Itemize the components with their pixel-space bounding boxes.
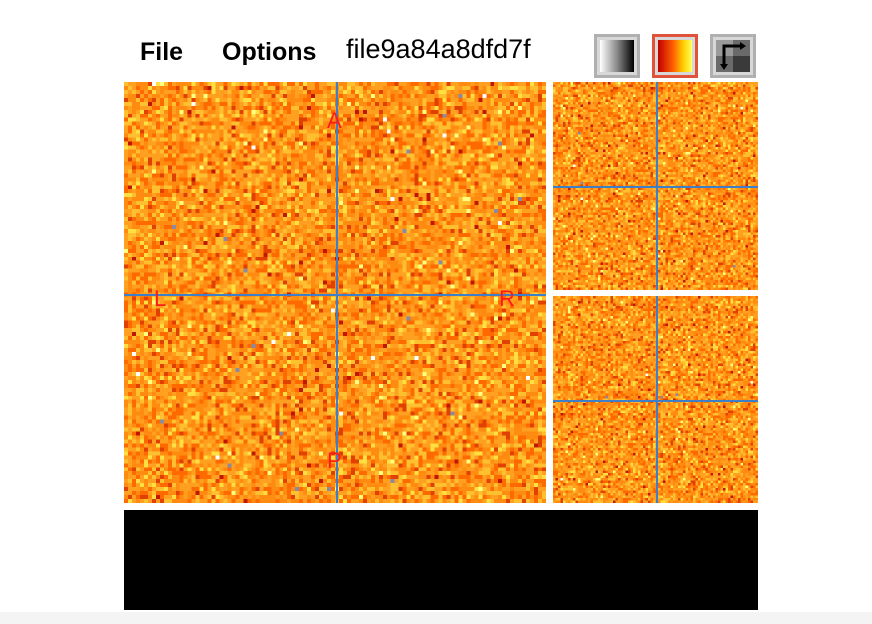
- crosshair-vertical: [336, 82, 338, 503]
- hot-gradient-icon: [658, 40, 692, 72]
- coronal-view[interactable]: [553, 82, 758, 290]
- bottom-strip: [0, 612, 872, 624]
- options-menu[interactable]: Options: [222, 38, 316, 67]
- orientation-label-posterior: P: [327, 448, 342, 473]
- grayscale-colormap-button[interactable]: [594, 34, 640, 78]
- crosshair-horizontal: [124, 294, 546, 296]
- orientation-label-anterior: A: [327, 108, 342, 133]
- axial-view[interactable]: A P L R: [124, 82, 546, 503]
- crosshair-vertical: [656, 296, 658, 503]
- orientation-label-right: R: [499, 286, 515, 311]
- sagittal-view[interactable]: [553, 296, 758, 503]
- orientation-label-left: L: [154, 286, 167, 311]
- filename-label: file9a84a8dfd7f: [346, 34, 531, 64]
- file-menu[interactable]: File: [140, 38, 183, 67]
- grayscale-gradient-icon: [600, 40, 634, 72]
- layout-swap-icon: [716, 40, 750, 72]
- crosshair-vertical: [656, 82, 658, 290]
- layout-button[interactable]: [710, 34, 756, 78]
- hot-colormap-button[interactable]: [652, 34, 698, 78]
- info-panel: [124, 510, 758, 610]
- axial-image: [124, 82, 546, 503]
- menu-bar: File Options file9a84a8dfd7f: [0, 0, 872, 82]
